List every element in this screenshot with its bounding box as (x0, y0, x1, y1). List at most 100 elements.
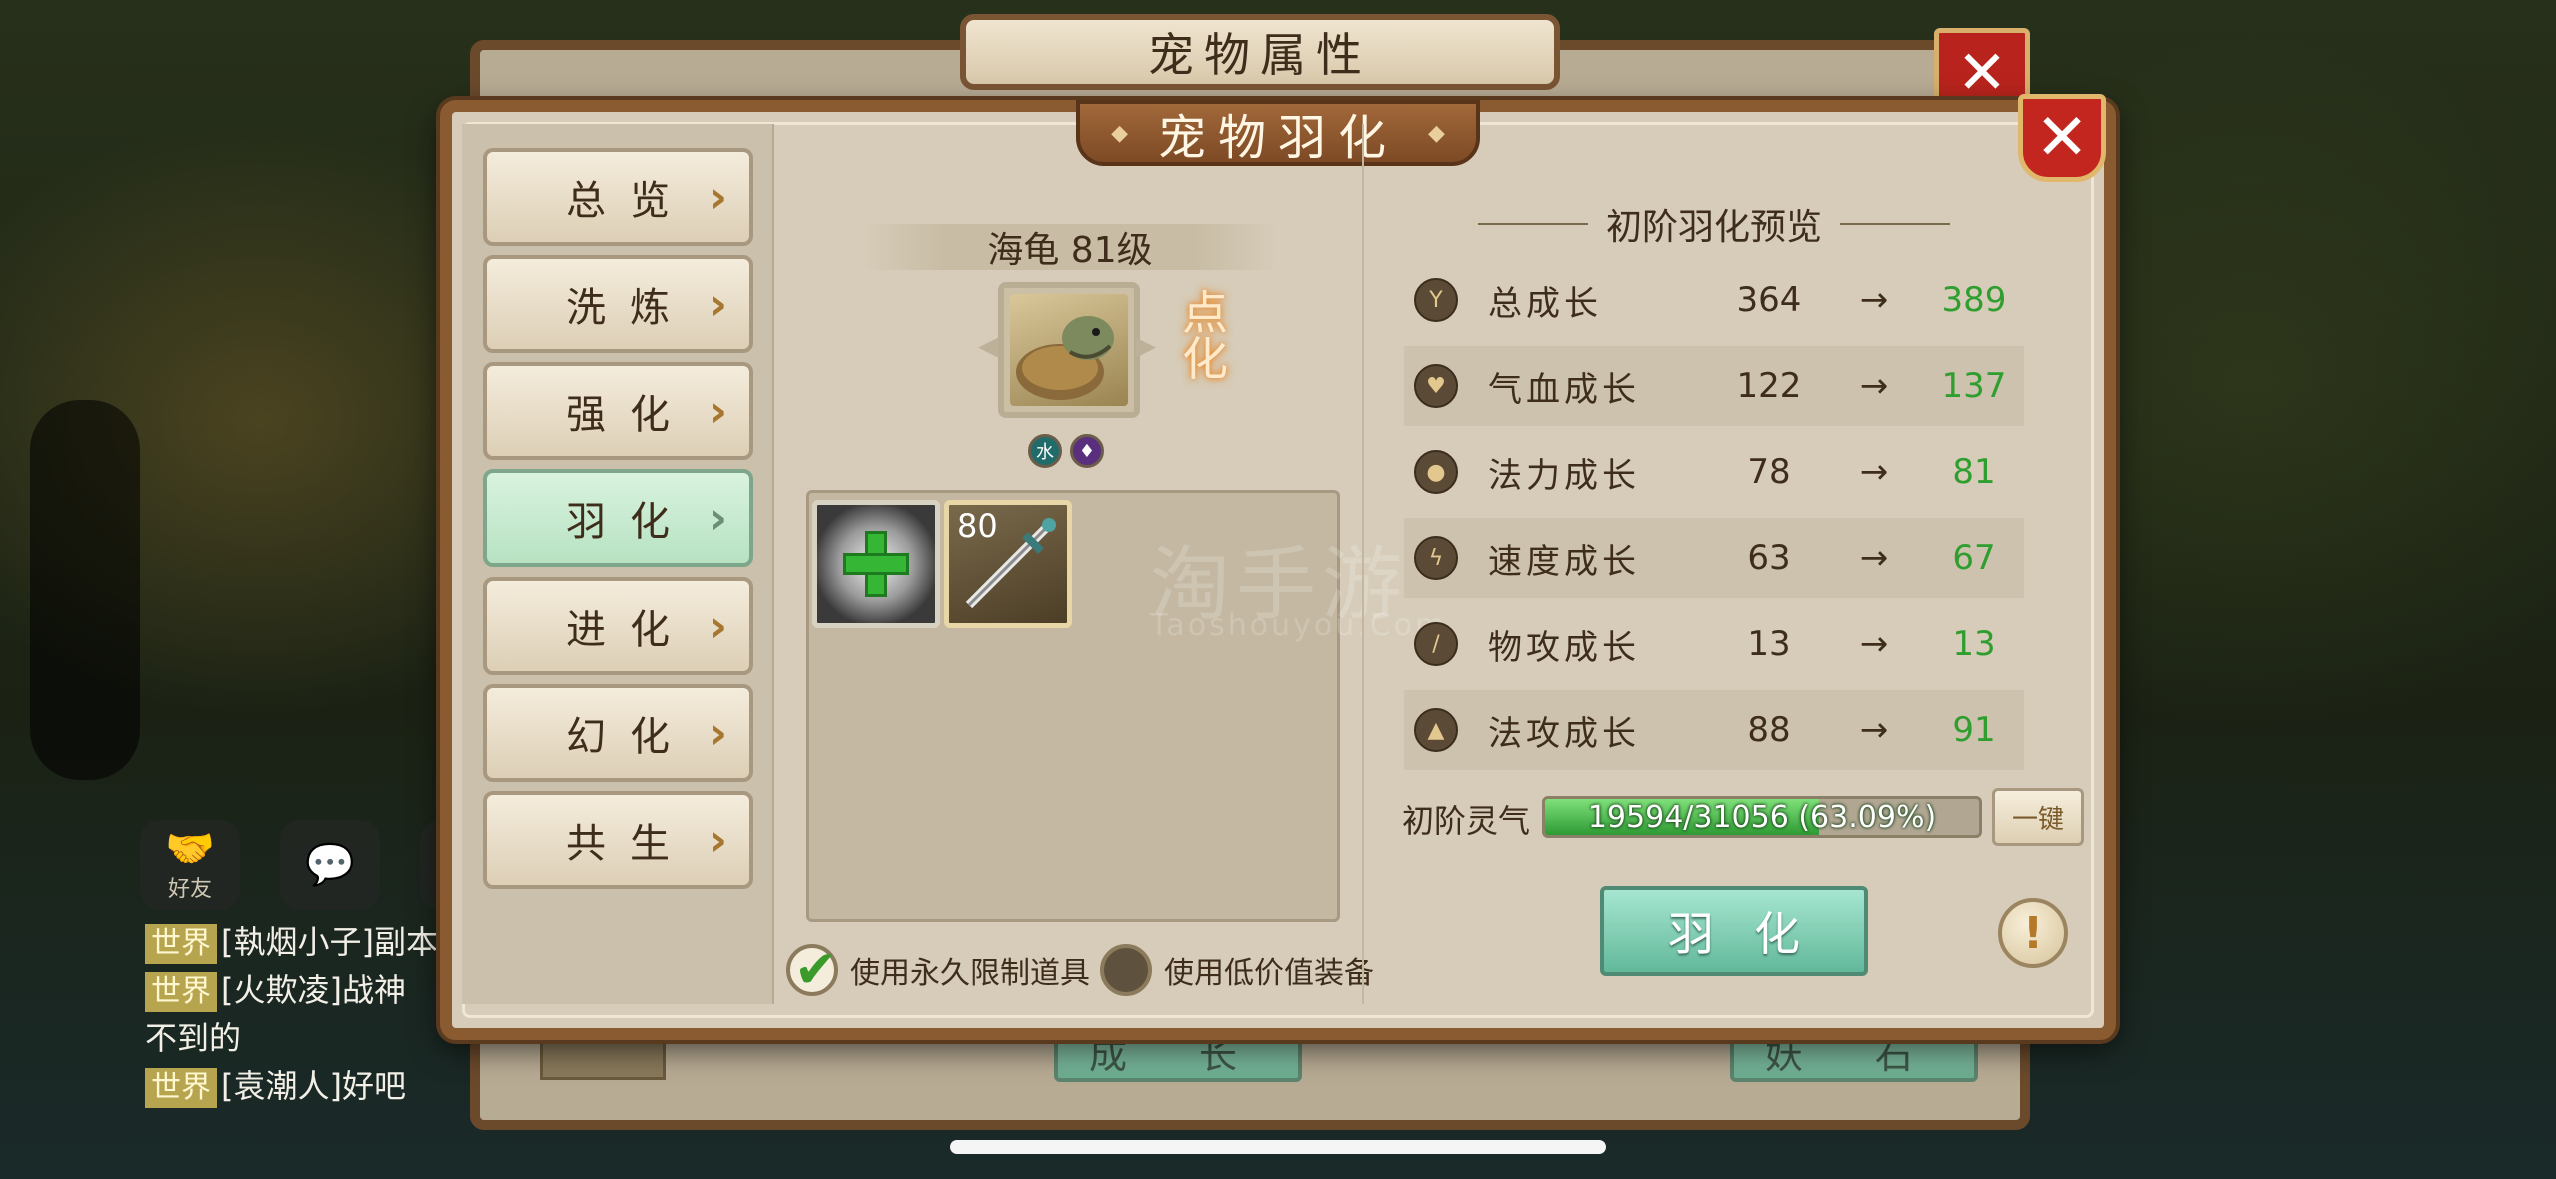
stat-old-value: 13 (1747, 624, 1791, 664)
chevron-right-icon: › (708, 815, 727, 866)
stat-row-physical-attack-growth: / 物攻成长 13 → 13 (1404, 604, 2024, 684)
stat-row-hp-growth: ♥ 气血成长 122 → 137 (1404, 346, 2024, 426)
tab-transform[interactable]: 幻化 › (483, 684, 753, 782)
chat-text: 不到的 (145, 1019, 242, 1057)
tab-overview[interactable]: 总览 › (483, 148, 753, 246)
close-icon[interactable]: ✕ (2018, 94, 2106, 182)
stat-old-value: 78 (1747, 452, 1791, 492)
chat-line: 世界 [執烟小子]副本 (145, 918, 438, 966)
stat-new-value: 13 (1952, 624, 1996, 664)
tab-evolve[interactable]: 进化 › (483, 577, 753, 675)
channel-badge: 世界 (145, 972, 217, 1012)
friends-label: 好友 (167, 877, 212, 902)
stat-old-value: 63 (1747, 538, 1791, 578)
tab-label: 洗炼 (566, 285, 694, 331)
sword-icon (965, 518, 1056, 609)
arrow-right-icon: → (1859, 452, 1889, 492)
magic-attack-fire-icon: ▲ (1414, 708, 1458, 752)
tab-label: 幻化 (566, 714, 694, 760)
stat-name: 法攻成长 (1488, 713, 1640, 754)
one-key-button[interactable]: 一键 (1992, 788, 2084, 846)
arrow-right-icon: → (1859, 538, 1889, 578)
chat-bubble-icon[interactable]: 💬 (280, 820, 380, 910)
stat-row-magic-attack-growth: ▲ 法攻成长 88 → 91 (1404, 690, 2024, 770)
watermark-sub: Taoshouyou.Com (1150, 608, 1448, 643)
title-ornament-icon: ◆ (1111, 120, 1128, 146)
mana-drop-icon: ● (1414, 450, 1458, 494)
speed-bolt-icon: ϟ (1414, 536, 1458, 580)
stat-old-value: 88 (1747, 710, 1791, 750)
dialog-title: ◆ 宠物羽化 ◆ (1076, 100, 1480, 166)
stat-name: 总成长 (1488, 283, 1602, 324)
tab-refine[interactable]: 洗炼 › (483, 255, 753, 353)
pet-portrait[interactable] (998, 282, 1140, 418)
equipment-slot[interactable]: 80 (944, 500, 1072, 628)
chat-text: [執烟小子]副本 (221, 923, 438, 961)
plus-icon (843, 531, 909, 597)
preview-header: 初阶羽化预览 (1438, 194, 1990, 254)
chat-line: 不到的 (145, 1014, 438, 1062)
use-low-value-label: 使用低价值装备 (1164, 956, 1374, 991)
channel-badge: 世界 (145, 1068, 217, 1108)
use-permanent-label: 使用永久限制道具 (850, 956, 1090, 991)
chevron-right-icon: › (708, 279, 727, 330)
aura-progress-text: 19594/31056 (63.09%) (1587, 799, 1937, 835)
chevron-right-icon: › (708, 708, 727, 759)
turtle-illustration (1016, 316, 1114, 400)
featherize-button[interactable]: 羽化 (1600, 886, 1868, 976)
stat-name: 法力成长 (1488, 455, 1640, 496)
ornament-line (1840, 223, 1950, 225)
stat-old-value: 364 (1736, 280, 1802, 320)
stat-new-value: 81 (1952, 452, 1996, 492)
chat-line: 世界 [袁潮人]好吧 (145, 1062, 438, 1110)
tab-symbiosis[interactable]: 共生 › (483, 791, 753, 889)
stat-name: 气血成长 (1488, 369, 1640, 410)
tab-featherize[interactable]: 羽化 › (483, 469, 753, 567)
tab-label: 强化 (566, 392, 694, 438)
physical-attack-icon: / (1414, 622, 1458, 666)
aura-progress-bar: 19594/31056 (63.09%) (1542, 796, 1982, 838)
total-growth-icon: Y (1414, 278, 1458, 322)
pet-name-level: 海龟 81级 (862, 224, 1278, 271)
tab-label: 共生 (566, 821, 694, 867)
arrow-right-icon: → (1859, 710, 1889, 750)
add-material-slot[interactable] (812, 500, 940, 628)
chevron-right-icon: › (708, 601, 727, 652)
chevron-right-icon: › (708, 172, 727, 223)
stat-new-value: 389 (1941, 280, 2007, 320)
pet-attributes-title: 宠物属性 (960, 14, 1560, 90)
tab-strengthen[interactable]: 强化 › (483, 362, 753, 460)
friends-icon[interactable]: 🤝 好友 (140, 820, 240, 910)
stat-row-total-growth: Y 总成长 364 → 389 (1404, 260, 2024, 340)
chevron-left-icon[interactable]: ◂ (978, 322, 998, 368)
info-icon[interactable]: ! (1998, 898, 2068, 968)
chat-text: [袁潮人]好吧 (221, 1067, 406, 1105)
use-low-value-checkbox[interactable] (1100, 944, 1152, 996)
arrow-right-icon: → (1859, 366, 1889, 406)
chat-text: [火欺凌]战神 (221, 971, 406, 1009)
stat-row-speed-growth: ϟ 速度成长 63 → 67 (1404, 518, 2024, 598)
tab-label: 总览 (566, 178, 694, 224)
chat-log: 世界 [執烟小子]副本 世界 [火欺凌]战神 不到的 世界 [袁潮人]好吧 (145, 918, 438, 1110)
preview-title: 初阶羽化预览 (1605, 207, 1822, 248)
chat-line: 世界 [火欺凌]战神 (145, 966, 438, 1014)
pet-elements: 水 ♦ (1028, 434, 1104, 468)
use-low-value-option[interactable]: 使用低价值装备 (1100, 944, 1374, 996)
tab-label: 进化 (566, 607, 694, 653)
use-permanent-option[interactable]: 使用永久限制道具 (786, 940, 1090, 1000)
stat-row-mana-growth: ● 法力成长 78 → 81 (1404, 432, 2024, 512)
channel-badge: 世界 (145, 924, 217, 964)
home-indicator[interactable] (950, 1140, 1606, 1154)
arrow-right-icon: → (1859, 280, 1889, 320)
background-shadow (30, 400, 140, 780)
chevron-right-icon[interactable]: ▸ (1136, 322, 1156, 368)
use-permanent-checkbox[interactable] (786, 940, 838, 1000)
stat-name: 速度成长 (1488, 541, 1640, 582)
stat-name: 物攻成长 (1488, 627, 1640, 668)
purple-element-icon: ♦ (1070, 434, 1104, 468)
stat-new-value: 67 (1952, 538, 1996, 578)
turtle-pet-icon (1010, 294, 1128, 406)
stat-new-value: 91 (1952, 710, 1996, 750)
aura-label: 初阶灵气 (1402, 802, 1531, 840)
stat-new-value: 137 (1941, 366, 2007, 406)
